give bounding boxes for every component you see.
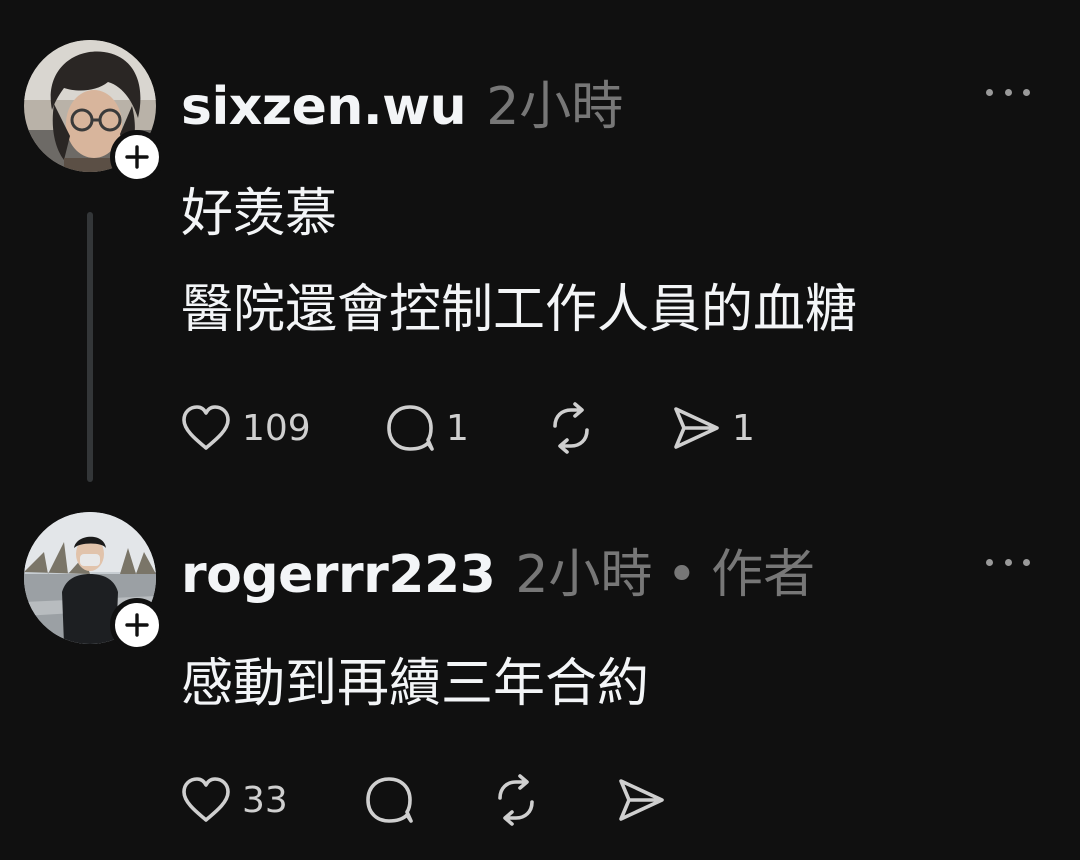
thread-post: sixzen.wu 2小時 好羡慕 醫院還會控制工作人員的血糖 109 1 1 [0,0,1080,500]
timestamp: 2小時 [486,77,624,137]
post-text-line: 醫院還會控制工作人員的血糖 [181,280,858,340]
plus-icon [125,145,149,169]
heart-icon [182,777,230,822]
follow-button[interactable] [110,130,164,184]
username[interactable]: sixzen.wu [181,77,467,137]
repost-icon [553,402,589,454]
post-text-line: 好羡慕 [181,184,338,244]
send-icon [619,779,664,821]
post-text: 感動到再續三年合約 [181,636,649,732]
repost-button[interactable] [490,774,542,826]
post-header: sixzen.wu 2小時 [181,64,623,139]
comment-icon [366,777,413,823]
reply-count: 1 [446,407,469,449]
more-icon[interactable] [986,552,1030,572]
share-count: 1 [732,407,755,449]
plus-icon [125,613,149,637]
like-count: 33 [242,779,288,821]
reply-button[interactable]: 1 [384,402,469,454]
share-button[interactable] [615,774,667,826]
username[interactable]: rogerrr223 [181,545,496,605]
like-button[interactable]: 109 [180,402,311,454]
post-text-line: 感動到再續三年合約 [181,654,650,714]
post-text: 好羡慕 醫院還會控制工作人員的血糖 [181,166,857,358]
repost-icon [498,774,534,826]
repost-button[interactable] [545,402,597,454]
more-icon[interactable] [986,82,1030,102]
reply-button[interactable] [363,774,415,826]
follow-button[interactable] [110,598,164,652]
author-label: 作者 [711,545,816,605]
thread-line [87,212,93,482]
comment-icon [387,405,434,451]
thread-post: rogerrr223 2小時 • 作者 感動到再續三年合約 33 [0,500,1080,860]
like-button[interactable]: 33 [180,774,288,826]
like-count: 109 [242,407,311,449]
share-button[interactable]: 1 [670,402,755,454]
send-icon [674,407,719,449]
timestamp: 2小時 [515,545,653,605]
post-header: rogerrr223 2小時 • 作者 [181,532,815,607]
heart-icon [182,405,230,450]
meta-separator: • [666,545,698,605]
